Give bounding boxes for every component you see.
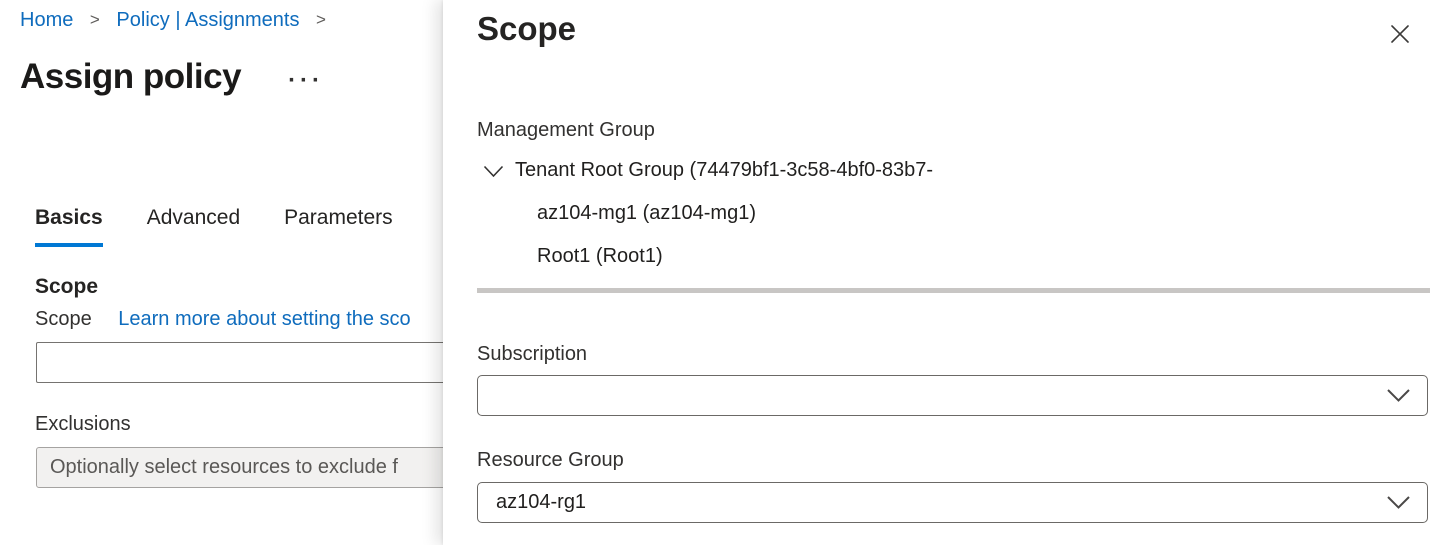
tab-parameters[interactable]: Parameters — [284, 206, 393, 247]
tab-basics[interactable]: Basics — [35, 206, 103, 247]
chevron-down-icon — [1386, 495, 1411, 510]
tree-item-az104-mg1[interactable]: az104-mg1 (az104-mg1) — [537, 200, 756, 226]
page-title: Assign policy — [20, 57, 241, 97]
breadcrumb-separator-icon: > — [316, 10, 326, 29]
divider — [477, 288, 1430, 293]
tree-item-label: Root1 (Root1) — [537, 243, 663, 269]
tree-item-root1[interactable]: Root1 (Root1) — [537, 243, 663, 269]
tab-bar: Basics Advanced Parameters — [35, 206, 437, 247]
scope-panel: Scope Management Group Tenant Root Group… — [443, 0, 1439, 545]
chevron-down-icon — [1386, 388, 1411, 403]
more-options-button[interactable]: ··· — [288, 76, 324, 86]
panel-title: Scope — [477, 10, 576, 48]
subscription-dropdown[interactable] — [477, 375, 1428, 416]
exclusions-label: Exclusions — [35, 413, 131, 436]
tab-advanced[interactable]: Advanced — [147, 206, 240, 247]
tree-item-label: Tenant Root Group (74479bf1-3c58-4bf0-83… — [515, 157, 933, 183]
resource-group-value: az104-rg1 — [496, 491, 1386, 514]
breadcrumb: Home > Policy | Assignments > — [20, 9, 337, 32]
learn-more-link[interactable]: Learn more about setting the sco — [118, 308, 410, 330]
tree-item-tenant-root-group[interactable]: Tenant Root Group (74479bf1-3c58-4bf0-83… — [483, 157, 933, 183]
management-group-label: Management Group — [477, 119, 655, 142]
breadcrumb-separator-icon: > — [90, 10, 100, 29]
subscription-label: Subscription — [477, 343, 587, 366]
breadcrumb-home[interactable]: Home — [20, 9, 73, 31]
close-icon[interactable] — [1385, 19, 1415, 49]
breadcrumb-policy-assignments[interactable]: Policy | Assignments — [116, 9, 299, 31]
scope-section-heading: Scope — [35, 275, 98, 299]
resource-group-dropdown[interactable]: az104-rg1 — [477, 482, 1428, 523]
chevron-down-icon[interactable] — [483, 165, 504, 178]
scope-field-label: Scope — [35, 308, 92, 330]
resource-group-label: Resource Group — [477, 449, 624, 472]
tree-item-label: az104-mg1 (az104-mg1) — [537, 200, 756, 226]
